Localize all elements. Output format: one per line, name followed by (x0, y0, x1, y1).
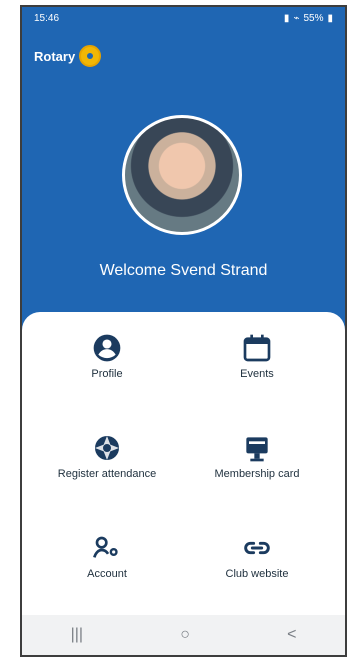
status-icons: ▮ ⌁ 55% ▮ (284, 13, 333, 24)
id-card-icon (246, 437, 268, 462)
rotary-wordmark: Rotary (34, 48, 76, 64)
camera-shutter-icon (95, 436, 119, 460)
menu-label: Profile (91, 368, 123, 380)
back-button[interactable]: < (287, 626, 296, 644)
profile-avatar (122, 115, 242, 235)
battery-label: 55% (303, 12, 324, 24)
menu-item-account[interactable]: Account (32, 532, 182, 622)
menu-item-register-attendance[interactable]: Register attendance (32, 432, 182, 522)
rotary-logo: Rotary (34, 45, 102, 67)
menu-label: Account (87, 568, 127, 580)
menu-item-profile[interactable]: Profile (32, 332, 182, 422)
menu-label: Register attendance (57, 468, 157, 480)
user-gear-icon (93, 536, 118, 558)
phone-frame: 15:46 ▮ ⌁ 55% ▮ Rotary Welcome Svend Str… (20, 5, 347, 657)
home-button[interactable]: ○ (180, 626, 190, 644)
menu-label: Events (240, 368, 274, 380)
recents-button[interactable]: ||| (71, 626, 83, 644)
calendar-icon (243, 334, 271, 362)
menu-card: Profile Events Register attendance Membe… (22, 312, 345, 627)
menu-item-club-website[interactable]: Club website (182, 532, 332, 622)
menu-item-membership-card[interactable]: Membership card (182, 432, 332, 522)
signal-icon: ▮ (283, 12, 290, 24)
user-circle-icon (93, 334, 121, 362)
link-icon (244, 541, 270, 555)
menu-label: Club website (225, 568, 289, 580)
menu-item-events[interactable]: Events (182, 332, 332, 422)
rotary-wheel-icon (79, 45, 102, 67)
battery-icon: ▮ (327, 12, 333, 24)
menu-label: Membership card (214, 468, 300, 480)
wifi-icon: ⌁ (293, 12, 300, 24)
status-time: 15:46 (34, 12, 60, 24)
android-nav-bar: ||| ○ < (22, 615, 345, 655)
welcome-message: Welcome Svend Strand (99, 262, 268, 279)
status-bar: 15:46 ▮ ⌁ 55% ▮ (22, 7, 345, 29)
